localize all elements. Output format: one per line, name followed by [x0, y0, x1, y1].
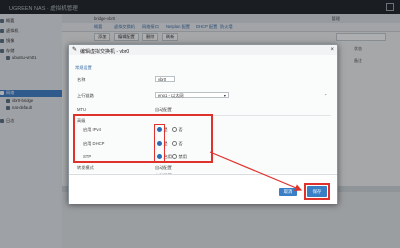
pencil-icon: ✎ [72, 47, 78, 53]
edit-dialog: ✎ 编辑虚拟交换机 - vbr0 × 常规设置 名称 vbr0 上行链路 eno… [68, 44, 338, 204]
collapse-icon[interactable]: ⌃ [324, 93, 328, 98]
name-input[interactable]: vbr0 [155, 76, 175, 82]
uplink-select[interactable]: eno1 - 以太网 ▾ [155, 92, 229, 98]
section-general-title: 常规设置 [75, 65, 92, 70]
name-label: 名称 [77, 77, 86, 82]
mtu-label: MTU [77, 107, 87, 112]
highlight-box-options [73, 114, 213, 163]
forward-value: 自动配置 [155, 165, 172, 170]
highlight-box-save [304, 183, 330, 200]
dialog-title: 编辑虚拟交换机 - vbr0 [80, 48, 130, 55]
mtu-value: 自动配置 [155, 107, 172, 112]
forward-label: 转发模式 [77, 165, 94, 170]
close-icon[interactable]: × [330, 47, 334, 53]
highlight-box-yes-column [154, 124, 165, 162]
dialog-body: 常规设置 名称 vbr0 上行链路 eno1 - 以太网 ▾ ⌃ MTU 自动配… [69, 55, 337, 178]
uplink-label: 上行链路 [77, 93, 94, 98]
cancel-button[interactable]: 取消 [279, 188, 297, 196]
uplink-value: eno1 - 以太网 [158, 93, 184, 98]
chevron-down-icon: ▾ [223, 93, 226, 98]
